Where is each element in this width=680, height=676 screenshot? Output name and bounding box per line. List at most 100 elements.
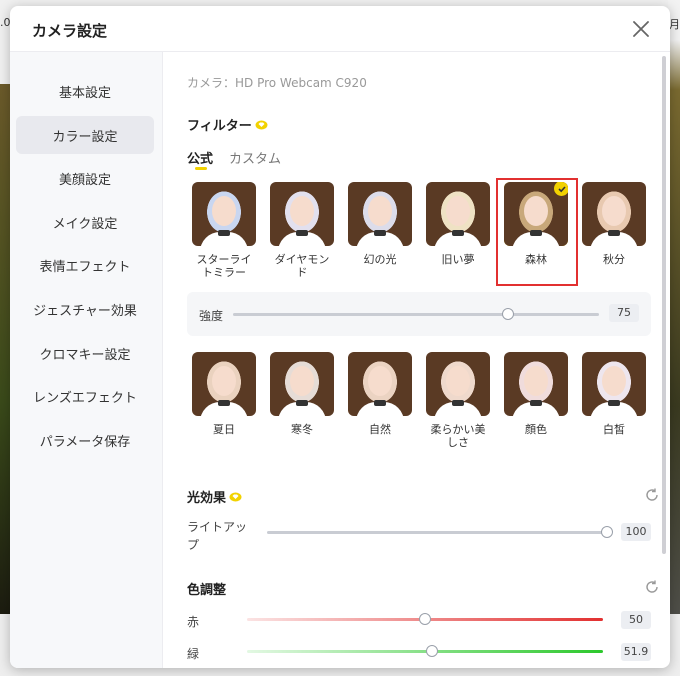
background-edge-text-right: 月: [669, 18, 680, 31]
thumbnail-face: [212, 366, 236, 396]
strength-value[interactable]: 75: [609, 304, 639, 322]
strength-label: 強度: [199, 309, 224, 323]
filter-thumbnail[interactable]: [270, 182, 334, 246]
filter-item[interactable]: 旧い夢: [425, 182, 491, 266]
filter-thumbnail[interactable]: [582, 182, 646, 246]
sidebar-item-params[interactable]: パラメータ保存: [16, 421, 154, 459]
red-slider-knob[interactable]: [419, 613, 431, 625]
sidebar-item-expression[interactable]: 表情エフェクト: [16, 246, 154, 284]
filter-item[interactable]: 秋分: [581, 182, 647, 266]
thumbnail-bow: [530, 400, 542, 406]
thumbnail-face: [446, 366, 470, 396]
sidebar-item-basic[interactable]: 基本設定: [16, 72, 154, 110]
vip-diamond-icon: [255, 120, 268, 129]
green-value[interactable]: 51.9: [621, 643, 651, 661]
thumbnail-bow: [296, 230, 308, 236]
color-section-title: 色調整: [187, 579, 226, 598]
lightup-label-line1: ライトアッ: [187, 520, 248, 534]
filter-label-line2: しさ: [447, 436, 469, 449]
camera-settings-dialog: カメラ設定 基本設定 カラー設定 美顔設定 メイク設定 表情エフェクト ジェスチ…: [10, 6, 670, 668]
filter-item[interactable]: ダイヤモンド: [269, 182, 335, 279]
green-slider-knob[interactable]: [425, 645, 438, 657]
filter-strength-row: 強度 75: [187, 292, 651, 336]
thumbnail-face: [368, 196, 392, 226]
filter-label-line1: 顔色: [525, 423, 547, 436]
red-label: 赤: [187, 615, 200, 629]
thumbnail-face: [524, 366, 548, 396]
dialog-title: カメラ設定: [32, 22, 108, 40]
vip-diamond-icon: [229, 492, 242, 501]
color-title-text: 色調整: [187, 583, 227, 598]
tab-active-indicator: [195, 167, 207, 170]
lightup-track[interactable]: [267, 531, 607, 534]
lightup-label: ライトアッ プ: [187, 518, 247, 554]
lightup-value[interactable]: 100: [621, 523, 651, 541]
sidebar-item-chromakey[interactable]: クロマキー設定: [16, 334, 154, 372]
thumbnail-face: [446, 196, 470, 226]
red-value[interactable]: 50: [621, 611, 651, 629]
strength-track[interactable]: [233, 313, 599, 316]
filter-item[interactable]: 自然: [347, 352, 413, 436]
green-label: 緑: [187, 647, 200, 661]
thumbnail-bow: [608, 400, 620, 406]
filter-thumbnail[interactable]: [192, 182, 256, 246]
color-reset-icon[interactable]: [644, 579, 660, 595]
filter-item[interactable]: 柔らかい美 しさ: [425, 352, 491, 449]
tab-custom[interactable]: カスタム: [229, 148, 281, 167]
filter-thumbnail[interactable]: [582, 352, 646, 416]
thumbnail-bow: [452, 230, 464, 236]
filter-label: 旧い夢: [425, 253, 491, 266]
filter-label: 柔らかい美 しさ: [425, 423, 491, 449]
filter-thumbnail[interactable]: [348, 182, 412, 246]
filter-label-line1: 自然: [369, 423, 391, 436]
thumbnail-face: [290, 366, 314, 396]
filter-label-line1: 寒冬: [291, 423, 313, 436]
thumbnail-bow: [374, 400, 386, 406]
light-reset-icon[interactable]: [644, 487, 660, 503]
filter-label-line1: 秋分: [603, 253, 625, 266]
filter-item[interactable]: 白皙: [581, 352, 647, 436]
filter-thumbnail[interactable]: [348, 352, 412, 416]
background-image-left: [0, 84, 10, 614]
filter-label: スターライ トミラー: [191, 253, 257, 279]
thumbnail-bow: [374, 230, 386, 236]
filter-item[interactable]: 顔色: [503, 352, 569, 436]
filter-thumbnail[interactable]: [192, 352, 256, 416]
close-icon[interactable]: [630, 18, 652, 40]
settings-content: カメラ：HD Pro Webcam C920 フィルター 公式 カスタム スター…: [163, 52, 670, 668]
content-scrollbar[interactable]: [662, 56, 666, 554]
sidebar-item-beauty[interactable]: 美顔設定: [16, 159, 154, 197]
thumbnail-face: [290, 196, 314, 226]
thumbnail-face: [368, 366, 392, 396]
sidebar-item-color[interactable]: カラー設定: [16, 116, 154, 154]
background-edge-text-left: .0: [0, 16, 11, 29]
filter-thumbnail[interactable]: [270, 352, 334, 416]
tab-official[interactable]: 公式: [187, 148, 213, 167]
filter-item[interactable]: 幻の光: [347, 182, 413, 266]
thumbnail-face: [602, 196, 626, 226]
sidebar-item-lens[interactable]: レンズエフェクト: [16, 377, 154, 415]
filter-label-line1: 幻の光: [363, 253, 397, 266]
filter-label-line1: 夏日: [213, 423, 235, 436]
filter-label-line1: ダイヤモン: [274, 253, 330, 266]
filter-label: 寒冬: [269, 423, 335, 436]
lightup-slider-knob[interactable]: [601, 526, 613, 538]
sidebar-item-gesture[interactable]: ジェスチャー効果: [16, 290, 154, 328]
thumbnail-bow: [296, 400, 308, 406]
strength-slider-knob[interactable]: [501, 308, 514, 320]
filter-label: 顔色: [503, 423, 569, 436]
lightup-label-line2: プ: [187, 538, 200, 552]
filter-item[interactable]: スターライ トミラー: [191, 182, 257, 279]
sidebar-item-makeup[interactable]: メイク設定: [16, 203, 154, 241]
light-section-title: 光効果: [187, 487, 242, 506]
filter-thumbnail[interactable]: [504, 352, 568, 416]
light-title-text: 光効果: [187, 491, 227, 506]
filter-label: 夏日: [191, 423, 257, 436]
dialog-header: カメラ設定: [10, 6, 670, 52]
filter-item[interactable]: 夏日: [191, 352, 257, 436]
filter-label-line2: トミラー: [202, 266, 246, 279]
filter-item[interactable]: 寒冬: [269, 352, 335, 436]
filter-label-line1: 旧い夢: [441, 253, 475, 266]
filter-thumbnail[interactable]: [426, 182, 490, 246]
filter-thumbnail[interactable]: [426, 352, 490, 416]
